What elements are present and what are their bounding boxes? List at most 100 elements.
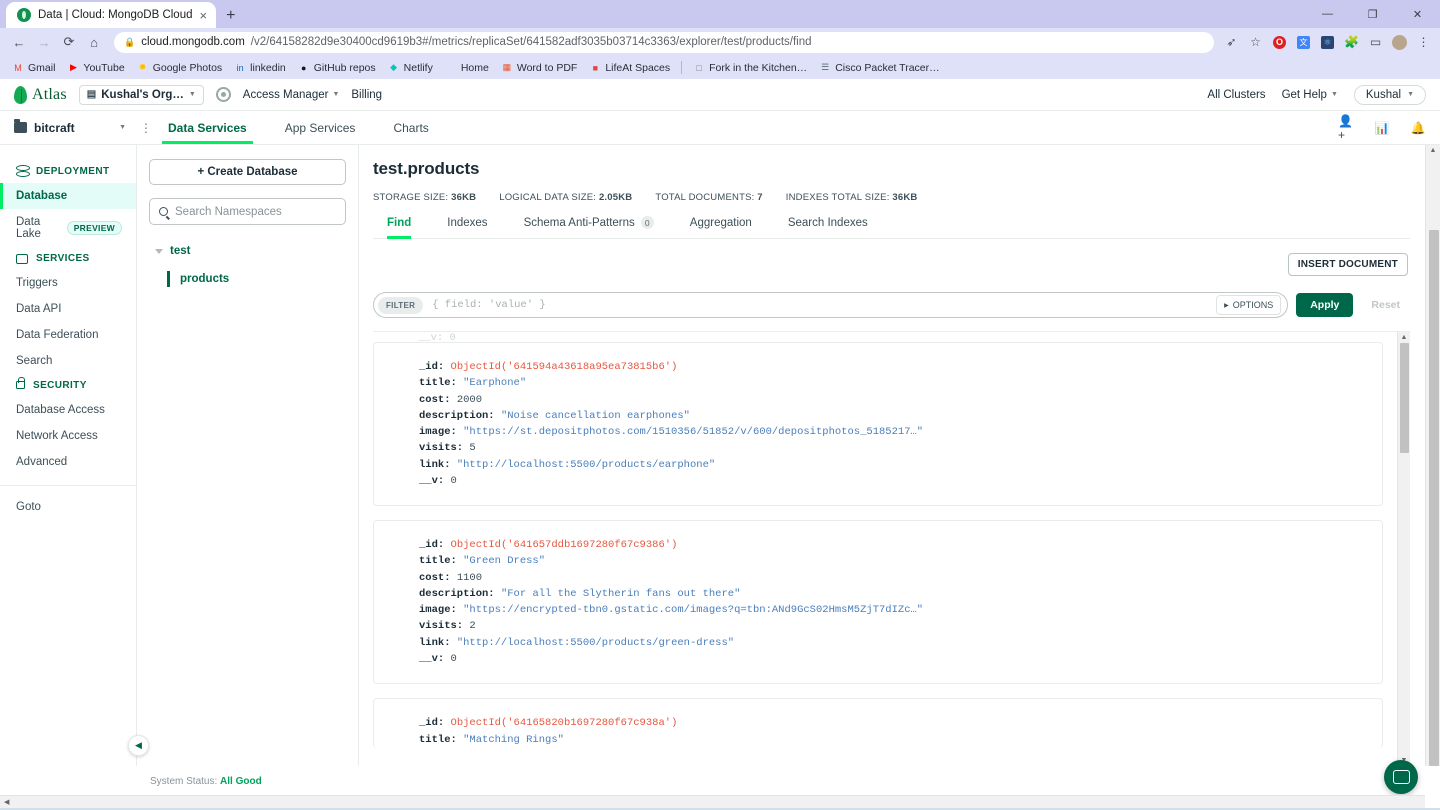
tab-aggregation[interactable]: Aggregation [690,216,752,238]
sidebar-item-database-access[interactable]: Database Access [0,397,136,423]
field-key: _id: [419,361,445,373]
create-database-button[interactable]: + Create Database [149,159,346,185]
chevron-down-icon: ▼ [119,124,126,131]
bookmark-google-photos[interactable]: ✸ Google Photos [131,60,228,76]
filter-input[interactable] [432,299,1217,311]
bookmark-word-to-pdf[interactable]: ▦ Word to PDF [495,60,584,76]
chrome-menu-icon[interactable]: ⋮ [1415,34,1432,51]
search-namespaces-input[interactable] [175,205,336,218]
support-chat-button[interactable] [1384,760,1418,794]
user-menu[interactable]: Kushal ▼ [1353,84,1426,105]
bookmark-youtube[interactable]: ▶ YouTube [61,60,130,76]
sidebar-item-network-access[interactable]: Network Access [0,423,136,449]
home-button[interactable]: ⌂ [83,31,105,53]
minimize-button[interactable]: — [1305,0,1350,28]
close-icon[interactable]: × [200,9,208,22]
search-icon [159,207,168,216]
sidebar-item-search[interactable]: Search [0,348,136,374]
bookmark-gmail[interactable]: M Gmail [6,60,61,76]
profile-avatar[interactable] [1391,34,1408,51]
document-card[interactable]: _id: ObjectId('641594a43618a95ea73815b6'… [373,342,1383,507]
document-field-description: description: "Noise cancellation earphon… [419,408,1370,424]
project-selector[interactable]: bitcraft ▼ [14,119,126,135]
side-panel-icon[interactable]: ▭ [1367,34,1384,51]
back-button[interactable]: ← [8,31,30,53]
bookmark-cisco-packet-tracer[interactable]: ☰ Cisco Packet Tracer… [813,60,945,76]
bookmark-home[interactable]: Home [439,60,495,76]
bookmark-fork-in-the-kitchen[interactable]: □ Fork in the Kitchen… [687,60,813,76]
atlas-logo[interactable]: Atlas [14,85,67,104]
browser-tab-strip: Data | Cloud: MongoDB Cloud × + — ❐ ✕ [0,0,1440,28]
documents-scrollbar[interactable]: ▲ ▼ [1397,332,1410,766]
options-button[interactable]: ▶ OPTIONS [1216,295,1282,315]
billing-link[interactable]: Billing [351,89,382,101]
document-card[interactable]: _id: ObjectId('641657ddb1697280f67c9386'… [373,520,1383,685]
tab-schema-anti-patterns[interactable]: Schema Anti-Patterns 0 [524,216,654,238]
get-help-link[interactable]: Get Help ▼ [1282,89,1338,101]
scrollbar-track[interactable] [1398,343,1411,755]
sidebar-item-triggers[interactable]: Triggers [0,270,136,296]
page-scroll-up-icon[interactable]: ▲ [1430,145,1437,156]
activity-feed-icon[interactable]: 📊 [1374,120,1390,136]
collection-tabs: Find Indexes Schema Anti-Patterns 0 Aggregat… [373,216,1410,239]
scrollbar-thumb[interactable] [1399,343,1409,453]
org-selector[interactable]: ▤ Kushal's Org… ▼ [78,84,204,105]
scroll-up-icon[interactable]: ▲ [1401,332,1408,343]
system-status-value[interactable]: All Good [220,776,262,787]
bookmark-netlify[interactable]: ◆ Netlify [382,60,439,76]
sidebar-item-data-api[interactable]: Data API [0,296,136,322]
bookmark-star-icon[interactable]: ☆ [1247,34,1264,51]
sidebar-item-data-lake[interactable]: Data Lake PREVIEW [0,209,136,247]
tab-data-services[interactable]: Data Services [162,113,253,144]
address-bar[interactable]: 🔒 cloud.mongodb.com/v2/64158282d9e30400c… [114,31,1214,53]
tab-find[interactable]: Find [387,216,412,239]
maximize-button[interactable]: ❐ [1350,0,1395,28]
reload-button[interactable]: ⟳ [58,31,80,53]
sidebar-item-database[interactable]: Database [0,183,136,209]
bookmark-github-repos[interactable]: ● GitHub repos [292,60,382,76]
chevron-left-icon: ◀ [135,740,142,750]
tab-app-services[interactable]: App Services [283,113,358,143]
search-namespaces-field[interactable] [149,198,346,225]
filter-row: FILTER ▶ OPTIONS Apply Reset [373,292,1410,318]
namespace-collection-products[interactable]: products [167,271,346,287]
new-tab-button[interactable]: + [226,8,235,24]
field-key: visits: [419,442,464,455]
tab-search-indexes[interactable]: Search Indexes [788,216,868,238]
insert-document-button[interactable]: INSERT DOCUMENT [1287,253,1408,276]
reset-filter-button[interactable]: Reset [1361,293,1410,317]
sidebar-item-data-federation[interactable]: Data Federation [0,322,136,348]
lock-icon [16,377,25,389]
browser-tab[interactable]: Data | Cloud: MongoDB Cloud × [6,2,217,28]
opera-extension-icon[interactable]: O [1271,34,1288,51]
scroll-left-icon[interactable]: ◀ [0,798,9,806]
document-card[interactable]: _id: ObjectId('64165820b1697280f67c938a'… [373,698,1383,748]
page-scrollbar-thumb[interactable] [1429,230,1439,766]
translate-extension-icon[interactable]: 文 [1295,34,1312,51]
collapse-sidebar-button[interactable]: ◀ [128,735,149,756]
bookmark-lifeat-spaces[interactable]: ■ LifeAt Spaces [583,60,676,76]
project-menu-icon[interactable]: ⋮ [140,122,152,134]
sidebar-item-advanced[interactable]: Advanced [0,449,136,475]
window-close-button[interactable]: ✕ [1395,0,1440,28]
alerts-bell-icon[interactable]: 🔔 [1410,120,1426,136]
share-icon[interactable]: ➶ [1223,34,1240,51]
forward-button[interactable]: → [33,31,55,53]
all-clusters-link[interactable]: All Clusters [1207,89,1265,101]
extensions-puzzle-icon[interactable]: 🧩 [1343,34,1360,51]
namespace-database-test[interactable]: test [149,245,346,257]
filter-box[interactable]: FILTER ▶ OPTIONS [373,292,1289,318]
tab-indexes[interactable]: Indexes [447,216,487,238]
bookmark-linkedin[interactable]: in linkedin [228,60,292,76]
apply-filter-button[interactable]: Apply [1296,293,1354,317]
sidebar-item-goto[interactable]: Goto [0,494,136,520]
access-manager-link[interactable]: Access Manager ▼ [243,89,340,101]
horizontal-scrollbar[interactable]: ◀ [0,795,1425,808]
atlas-logo-text: Atlas [32,85,67,103]
react-devtools-icon[interactable]: ⚛ [1319,34,1336,51]
invite-user-icon[interactable]: 👤+ [1338,114,1354,142]
gear-icon[interactable] [215,87,231,102]
page-scrollbar[interactable]: ▲ [1425,145,1440,766]
tab-charts[interactable]: Charts [391,113,430,143]
chevron-down-icon: ▼ [188,91,196,98]
